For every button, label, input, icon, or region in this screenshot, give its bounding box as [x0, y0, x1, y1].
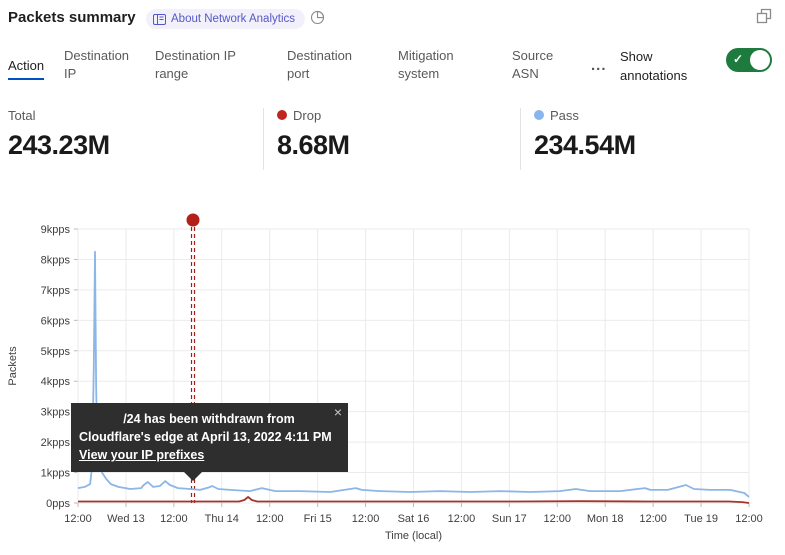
x-tick-label: 12:00 — [448, 513, 476, 525]
dimension-tabs: Action Destination IP Destination IP ran… — [0, 42, 785, 84]
packets-summary-panel: Packets summary About Network Analytics … — [0, 0, 785, 555]
stat-drop-label: Drop — [293, 108, 321, 123]
packets-time-series-chart[interactable]: 0pps 1kpps 2kpps 3kpps 4kpps 5kpps 6kpps 7kpps 8… — [0, 200, 785, 555]
y-tick-label: 5kpps — [41, 346, 71, 358]
stat-drop: Drop 8.68M — [277, 106, 350, 161]
tab-mitigation-system[interactable]: Mitigation system — [398, 47, 478, 83]
more-tabs-button[interactable]: ... — [591, 57, 607, 74]
tooltip-line1: /24 has been withdrawn from — [79, 410, 339, 428]
time-pie-icon[interactable] — [310, 10, 325, 25]
x-tick-label: Wed 13 — [107, 513, 145, 525]
view-ip-prefixes-link[interactable]: View your IP prefixes — [79, 446, 204, 464]
x-tick-label: 12:00 — [735, 513, 763, 525]
page-title: Packets summary — [8, 9, 136, 26]
x-axis-title: Time (local) — [385, 530, 442, 542]
y-tick-label: 0pps — [46, 498, 70, 510]
about-network-analytics-badge[interactable]: About Network Analytics — [146, 9, 305, 29]
tab-destination-ip-range[interactable]: Destination IP range — [155, 47, 255, 83]
drop-dot-icon — [277, 110, 287, 120]
x-tick-label: 12:00 — [639, 513, 667, 525]
stat-pass: Pass 234.54M — [534, 106, 636, 161]
x-tick-label: Tue 19 — [684, 513, 718, 525]
y-tick-label: 4kpps — [41, 376, 71, 388]
stat-divider — [520, 108, 521, 170]
x-tick-label: Sun 17 — [492, 513, 527, 525]
show-annotations-toggle[interactable]: ✓ — [726, 48, 772, 72]
stat-pass-label: Pass — [550, 108, 579, 123]
stat-total-value: 243.23M — [8, 130, 110, 161]
toggle-knob — [750, 50, 770, 70]
expand-window-icon[interactable] — [756, 8, 772, 24]
tab-source-asn[interactable]: Source ASN — [512, 47, 564, 83]
y-tick-label: 6kpps — [41, 315, 71, 327]
annotation-dot-icon — [187, 214, 200, 227]
annotation-tooltip: × /24 has been withdrawn from Cloudflare… — [71, 403, 348, 472]
y-tick-label: 9kpps — [41, 224, 71, 236]
stats-row: Total 243.23M Drop 8.68M Pass 234.54M — [0, 106, 785, 172]
stat-total-label: Total — [8, 108, 35, 123]
pass-dot-icon — [534, 110, 544, 120]
x-tick-label: 12:00 — [160, 513, 188, 525]
x-tick-label: Mon 18 — [587, 513, 624, 525]
header: Packets summary About Network Analytics — [0, 0, 785, 36]
badge-label: About Network Analytics — [171, 13, 295, 25]
y-tick-label: 3kpps — [41, 407, 71, 419]
show-annotations-label: Show annotations — [620, 47, 708, 85]
x-tick-label: 12:00 — [256, 513, 284, 525]
x-tick-label: 12:00 — [352, 513, 380, 525]
tab-action[interactable]: Action — [8, 57, 44, 80]
x-tick-label: Thu 14 — [205, 513, 239, 525]
y-tick-label: 8kpps — [41, 254, 71, 266]
stat-drop-value: 8.68M — [277, 130, 350, 161]
x-tick-label: 12:00 — [64, 513, 92, 525]
y-tick-label: 2kpps — [41, 437, 71, 449]
x-tick-label: 12:00 — [544, 513, 572, 525]
stat-divider — [263, 108, 264, 170]
y-tick-label: 1kpps — [41, 468, 71, 480]
y-tick-label: 7kpps — [41, 285, 71, 297]
x-tick-label: Fri 15 — [304, 513, 332, 525]
stat-pass-value: 234.54M — [534, 130, 636, 161]
stat-total: Total 243.23M — [8, 106, 110, 161]
check-icon: ✓ — [733, 52, 743, 66]
tooltip-line2: Cloudflare's edge at April 13, 2022 4:11… — [79, 428, 339, 446]
y-axis-title: Packets — [7, 346, 19, 386]
close-icon[interactable]: × — [334, 405, 342, 419]
tab-destination-ip[interactable]: Destination IP — [64, 47, 144, 83]
tab-destination-port[interactable]: Destination port — [287, 47, 367, 83]
x-tick-label: Sat 16 — [398, 513, 430, 525]
book-icon — [153, 14, 166, 25]
